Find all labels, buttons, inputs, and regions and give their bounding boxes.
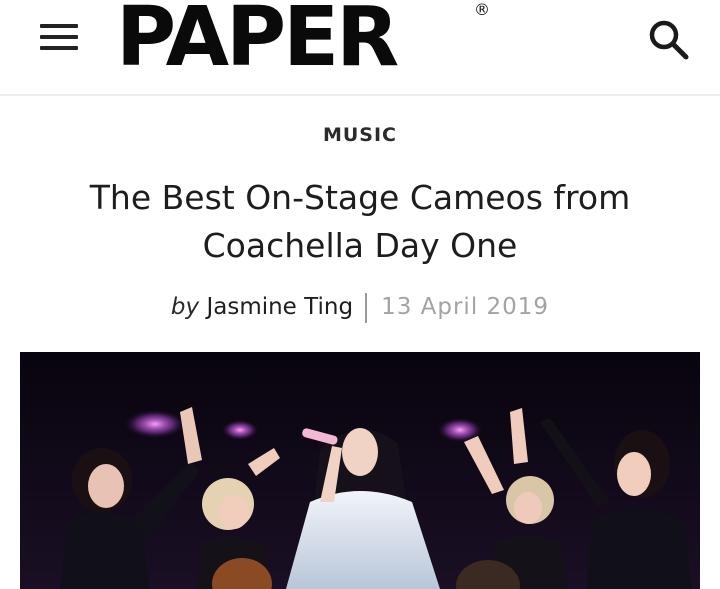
stage-light (125, 410, 185, 438)
search-icon-graphic (649, 20, 689, 60)
byline-divider (365, 292, 368, 323)
registered-mark: ® (474, 0, 490, 19)
hero-image[interactable] (20, 352, 700, 589)
site-header: PAPER ® (0, 0, 720, 96)
menu-bar (40, 46, 78, 50)
search-icon[interactable] (640, 8, 696, 64)
publish-date: 13 April 2019 (381, 294, 550, 320)
author-link[interactable]: Jasmine Ting (206, 294, 353, 320)
category-link[interactable]: MUSIC (0, 124, 720, 146)
byline-prefix: by (170, 294, 200, 320)
hamburger-menu-icon[interactable] (38, 22, 82, 52)
menu-bar (40, 35, 78, 39)
byline: by Jasmine Ting 13 April 2019 (0, 292, 720, 323)
concert-photo (20, 352, 700, 589)
article-title: The Best On-Stage Cameos from Coachella … (89, 178, 631, 265)
brand-logo[interactable]: PAPER (116, 0, 399, 79)
menu-bar (40, 24, 78, 28)
stage-light (222, 420, 258, 440)
